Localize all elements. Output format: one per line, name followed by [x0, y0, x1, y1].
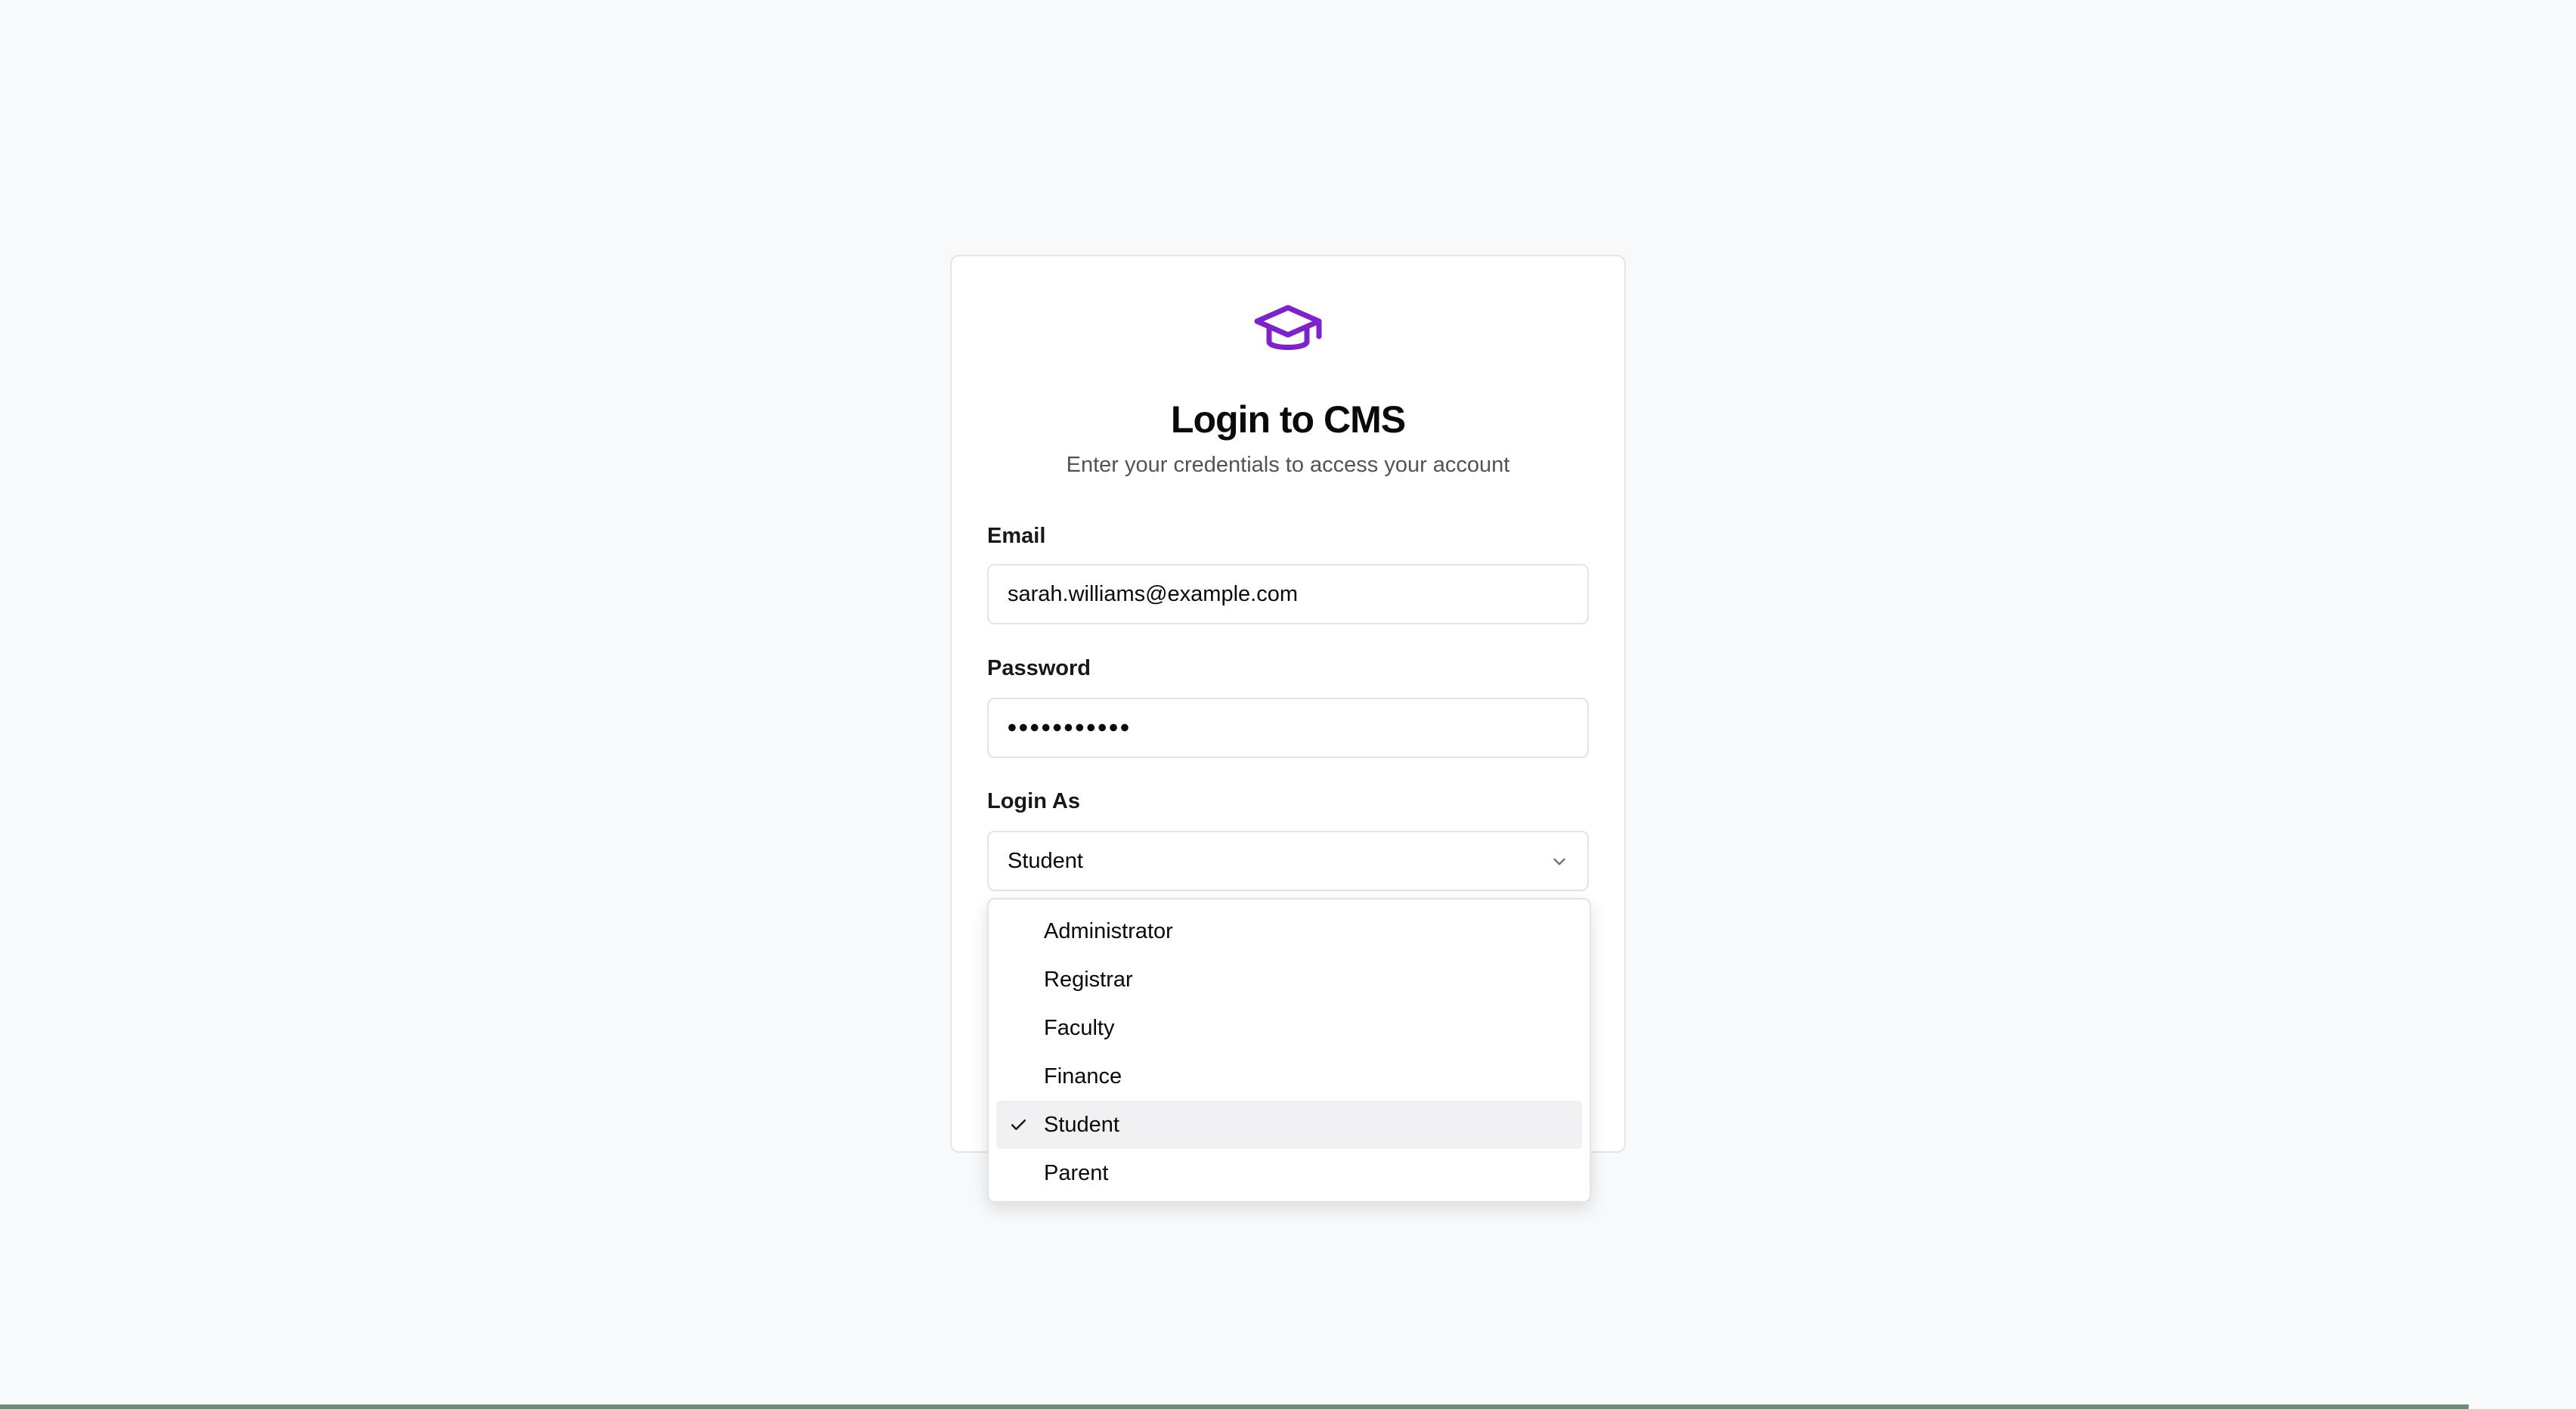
login-as-label: Login As — [987, 789, 1080, 813]
graduation-cap-icon — [1251, 301, 1325, 355]
page-subtitle: Enter your credentials to access your ac… — [1066, 453, 1510, 477]
password-field[interactable]: ••••••••••• — [987, 698, 1589, 758]
role-option-administrator[interactable]: Administrator — [996, 907, 1582, 955]
role-option-label: Student — [1044, 1113, 1119, 1137]
role-option-student[interactable]: Student — [996, 1101, 1582, 1149]
check-icon — [1009, 1116, 1028, 1135]
page-title: Login to CMS — [1170, 398, 1406, 441]
role-option-faculty[interactable]: Faculty — [996, 1004, 1582, 1052]
role-option-label: Administrator — [1044, 919, 1173, 943]
role-option-label: Parent — [1044, 1161, 1109, 1185]
role-option-label: Registrar — [1044, 968, 1133, 992]
chevron-down-icon — [1550, 852, 1569, 872]
bottom-strip — [0, 1404, 2469, 1409]
email-label: Email — [987, 524, 1046, 548]
role-option-label: Faculty — [1044, 1016, 1115, 1040]
role-option-label: Finance — [1044, 1064, 1122, 1088]
password-label: Password — [987, 656, 1091, 680]
role-option-finance[interactable]: Finance — [996, 1052, 1582, 1101]
login-as-select[interactable]: Student — [987, 831, 1589, 891]
email-field[interactable]: sarah.williams@example.com — [987, 564, 1589, 624]
role-option-parent[interactable]: Parent — [996, 1149, 1582, 1197]
role-option-registrar[interactable]: Registrar — [996, 955, 1582, 1004]
role-dropdown-menu: Administrator Registrar Faculty Finance … — [987, 898, 1591, 1203]
login-as-value: Student — [1008, 849, 1083, 873]
